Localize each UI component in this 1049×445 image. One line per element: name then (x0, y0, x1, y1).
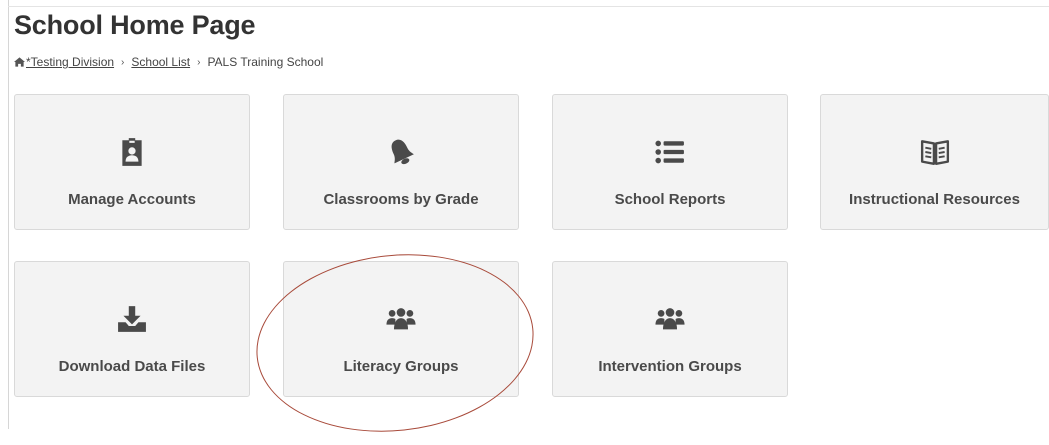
page-top-border (8, 6, 1049, 7)
breadcrumb-current-school: PALS Training School (207, 55, 324, 69)
tile-label: Classrooms by Grade (323, 191, 479, 208)
page-title: School Home Page (14, 10, 256, 40)
page-left-border (8, 0, 9, 429)
tile-label: School Reports (614, 191, 726, 208)
open-book-icon (920, 140, 949, 165)
download-tray-icon (118, 306, 146, 332)
school-reports-tile[interactable]: School Reports (552, 94, 788, 230)
list-icon (655, 140, 684, 164)
literacy-groups-tile[interactable]: Literacy Groups (283, 261, 519, 397)
breadcrumb-school-list[interactable]: School List (131, 55, 190, 69)
bell-icon (391, 139, 414, 165)
users-group-icon (386, 308, 416, 330)
tile-label: Download Data Files (58, 358, 206, 375)
breadcrumb-separator: › (197, 56, 201, 68)
tile-label: Instructional Resources (849, 191, 1020, 208)
breadcrumb-separator: › (121, 56, 125, 68)
breadcrumb: *Testing Division › School List › PALS T… (14, 55, 323, 69)
id-badge-icon (122, 138, 142, 166)
tile-label: Literacy Groups (343, 358, 459, 375)
home-icon[interactable] (14, 57, 25, 67)
classrooms-by-grade-tile[interactable]: Classrooms by Grade (283, 94, 519, 230)
tile-label: Manage Accounts (68, 191, 196, 208)
breadcrumb-testing-division[interactable]: *Testing Division (26, 55, 114, 69)
manage-accounts-tile[interactable]: Manage Accounts (14, 94, 250, 230)
tile-label: Intervention Groups (598, 358, 742, 375)
download-data-files-tile[interactable]: Download Data Files (14, 261, 250, 397)
users-group-icon (655, 308, 685, 330)
intervention-groups-tile[interactable]: Intervention Groups (552, 261, 788, 397)
instructional-resources-tile[interactable]: Instructional Resources (820, 94, 1049, 230)
